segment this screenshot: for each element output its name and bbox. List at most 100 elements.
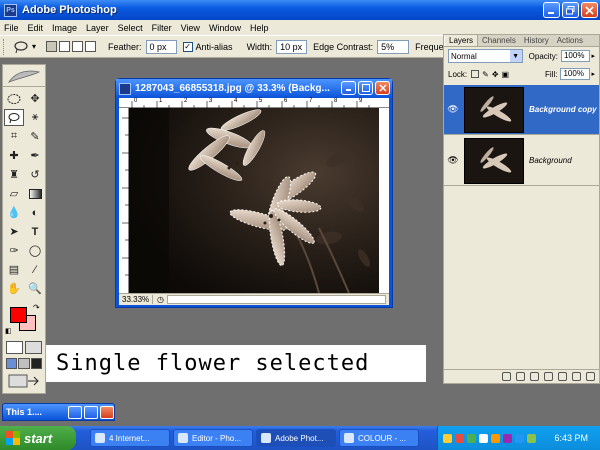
task-editor[interactable]: Editor - Pho... (173, 429, 253, 447)
feather-input[interactable]: 0 px (145, 39, 177, 54)
jump-to-imageready-icon[interactable] (3, 371, 45, 393)
menu-view[interactable]: View (181, 23, 200, 33)
antialias-checkbox[interactable]: ✓ (182, 41, 193, 52)
default-colors-icon[interactable]: ◧ (5, 327, 12, 335)
image-canvas[interactable] (129, 108, 379, 293)
delete-layer-icon[interactable] (586, 372, 595, 381)
pen-tool-icon[interactable]: ✑ (4, 242, 24, 259)
swap-colors-icon[interactable]: ↷ (33, 303, 40, 312)
visibility-eye-icon[interactable]: 👁 (446, 104, 460, 115)
tab-actions[interactable]: Actions (553, 35, 587, 46)
slice-tool-icon[interactable]: ✎ (25, 128, 45, 145)
hand-tool-icon[interactable]: ✋ (4, 280, 24, 297)
brush-tool-icon[interactable]: ✒ (25, 147, 45, 164)
tray-icon[interactable] (455, 433, 464, 443)
vertical-ruler[interactable] (119, 108, 129, 293)
link-layers-icon[interactable] (502, 372, 511, 381)
opacity-input[interactable]: 100% (560, 50, 591, 62)
tray-icon[interactable] (503, 433, 512, 443)
blur-tool-icon[interactable]: 💧 (4, 204, 24, 221)
tray-icon[interactable] (467, 433, 476, 443)
new-selection-mode-icon[interactable] (46, 41, 58, 52)
minimized-document[interactable]: This 1.... (2, 403, 115, 421)
notes-tool-icon[interactable]: ▤ (4, 261, 24, 278)
path-selection-tool-icon[interactable]: ➤ (4, 223, 24, 240)
standard-screen-icon[interactable] (6, 358, 18, 369)
tab-layers[interactable]: Layers (444, 35, 479, 46)
edge-contrast-input[interactable]: 5% (377, 39, 410, 54)
layer-background[interactable]: 👁 Background (444, 136, 599, 186)
move-tool-icon[interactable]: ✥ (25, 90, 45, 107)
options-grip[interactable] (3, 38, 6, 55)
fill-input[interactable]: 100% (560, 68, 591, 80)
doc-minimize-button[interactable] (341, 81, 356, 95)
dodge-tool-icon[interactable]: ◐ (25, 204, 45, 221)
feather-logo-icon[interactable] (3, 65, 45, 87)
menu-filter[interactable]: Filter (152, 23, 172, 33)
marquee-tool-icon[interactable] (4, 90, 24, 107)
subtract-selection-mode-icon[interactable] (72, 41, 84, 52)
menu-select[interactable]: Select (118, 23, 143, 33)
tray-icon[interactable] (515, 433, 524, 443)
lock-transparency-icon[interactable] (471, 70, 480, 78)
minimize-button[interactable] (543, 2, 560, 18)
gradient-tool-icon[interactable] (25, 185, 45, 202)
width-input[interactable]: 10 px (276, 39, 308, 54)
tab-history[interactable]: History (520, 35, 553, 46)
zoom-level[interactable]: 33.33% (119, 295, 153, 304)
horizontal-ruler[interactable]: 0 1 2 3 4 5 6 7 8 9 (119, 98, 389, 108)
type-tool-icon[interactable]: T (25, 223, 45, 240)
maximize-doc-button[interactable] (84, 405, 98, 419)
fill-arrow-icon[interactable]: ▸ (591, 70, 595, 78)
lock-all-icon[interactable]: ▣ (502, 70, 510, 79)
menu-layer[interactable]: Layer (86, 23, 109, 33)
opacity-arrow-icon[interactable]: ▸ (591, 52, 595, 60)
eraser-tool-icon[interactable]: ▱ (4, 185, 24, 202)
tray-icon[interactable] (491, 433, 500, 443)
lock-move-icon[interactable]: ✥ (492, 70, 499, 79)
add-selection-mode-icon[interactable] (59, 41, 71, 52)
new-layer-icon[interactable] (572, 372, 581, 381)
foreground-color-swatch[interactable] (10, 307, 27, 323)
lasso-tool-icon[interactable] (4, 109, 24, 126)
magnetic-lasso-icon[interactable] (12, 39, 30, 55)
tool-preset-arrow-icon[interactable]: ▾ (32, 42, 36, 51)
tray-icon[interactable] (443, 433, 452, 443)
layer-background-copy[interactable]: 👁 Background copy (444, 85, 599, 135)
shape-tool-icon[interactable]: ◯ (25, 242, 45, 259)
history-brush-tool-icon[interactable]: ↺ (25, 166, 45, 183)
visibility-eye-icon[interactable]: 👁 (446, 155, 460, 166)
menu-window[interactable]: Window (209, 23, 241, 33)
adjustment-layer-icon[interactable] (558, 372, 567, 381)
close-doc-button[interactable] (100, 405, 114, 419)
quick-mask-mode-icon[interactable] (25, 341, 42, 354)
crop-tool-icon[interactable]: ⌗ (4, 128, 24, 145)
menu-help[interactable]: Help (250, 23, 269, 33)
magic-wand-tool-icon[interactable]: ⚹ (25, 109, 45, 126)
task-photoshop[interactable]: Adobe Phot... (256, 429, 336, 447)
clone-stamp-tool-icon[interactable]: ♜ (4, 166, 24, 183)
task-internet[interactable]: 4 Internet... (90, 429, 170, 447)
doc-close-button[interactable] (375, 81, 390, 95)
menu-file[interactable]: File (4, 23, 19, 33)
tab-channels[interactable]: Channels (478, 35, 520, 46)
zoom-tool-icon[interactable]: 🔍 (25, 280, 45, 297)
doc-maximize-button[interactable] (358, 81, 373, 95)
new-group-icon[interactable] (544, 372, 553, 381)
restore-doc-button[interactable] (68, 405, 82, 419)
blend-mode-select[interactable]: Normal ▼ (448, 49, 523, 63)
menu-image[interactable]: Image (52, 23, 77, 33)
tray-icon[interactable] (479, 433, 488, 443)
layer-style-icon[interactable] (516, 372, 525, 381)
lock-paint-icon[interactable]: ✎ (482, 70, 489, 79)
layer-mask-icon[interactable] (530, 372, 539, 381)
restore-button[interactable] (562, 2, 579, 18)
task-colour[interactable]: COLOUR - ... (339, 429, 419, 447)
status-arrow-icon[interactable]: ◷ (157, 295, 164, 304)
intersect-selection-mode-icon[interactable] (85, 41, 97, 52)
horizontal-scrollbar[interactable] (166, 295, 386, 304)
start-button[interactable]: start (0, 426, 76, 450)
document-titlebar[interactable]: 1287043_66855318.jpg @ 33.3% (Backg... (116, 79, 392, 98)
eyedropper-tool-icon[interactable]: ⁄ (25, 261, 45, 278)
tray-icon[interactable] (527, 433, 536, 443)
